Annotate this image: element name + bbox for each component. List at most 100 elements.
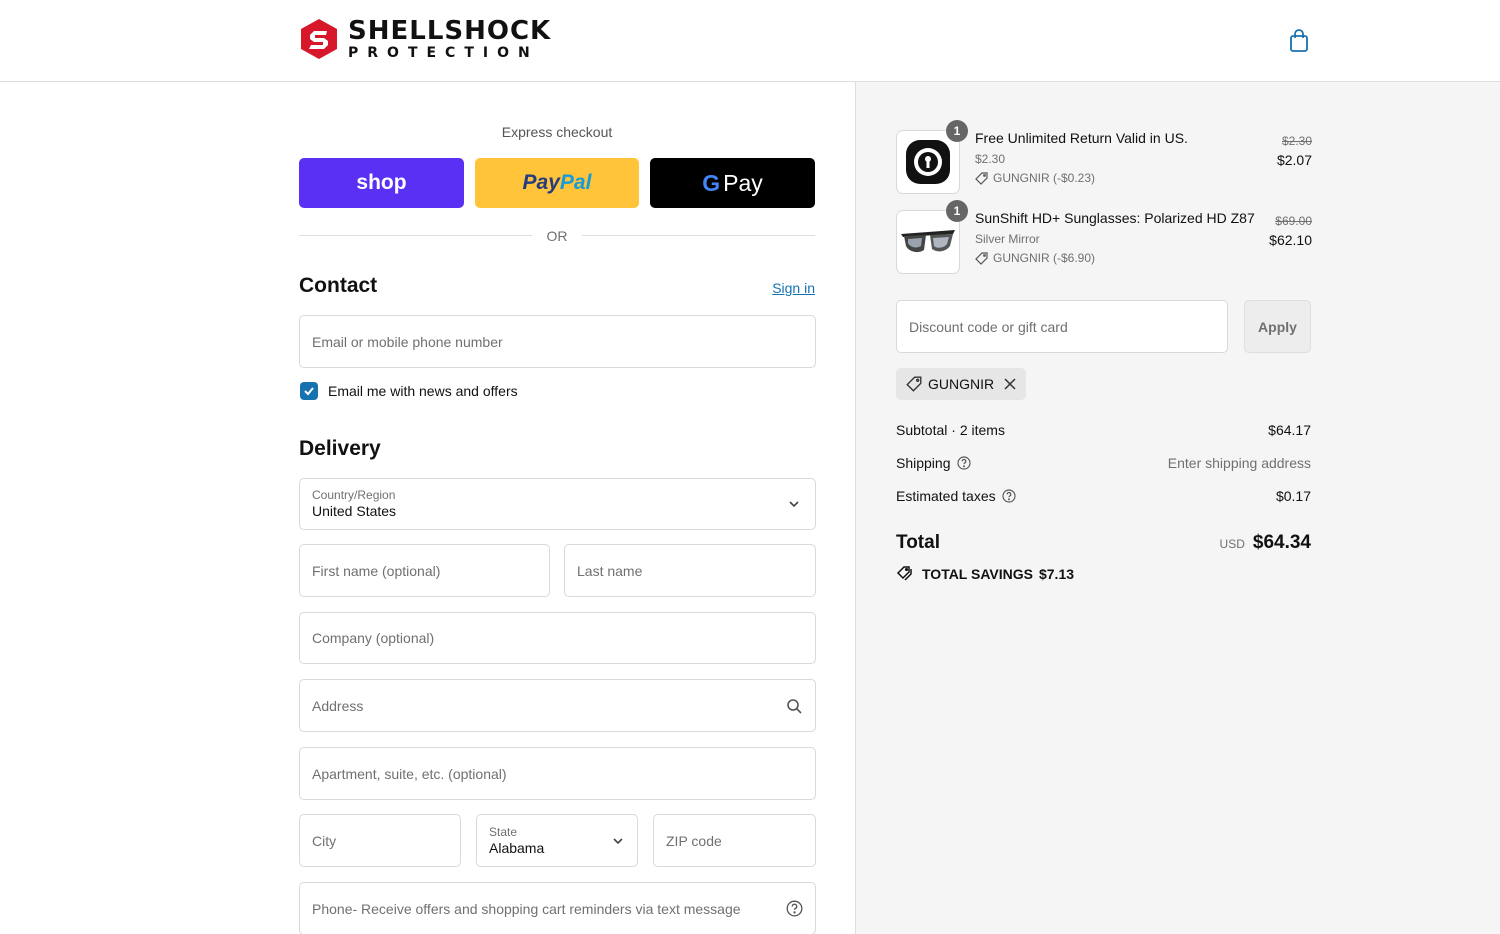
item-original-price: $69.00 <box>1275 214 1312 228</box>
item-discount: GUNGNIR (-$0.23) <box>975 171 1095 185</box>
help-icon[interactable] <box>785 900 803 918</box>
help-icon[interactable] <box>1002 489 1016 503</box>
cart-button[interactable] <box>1286 28 1312 54</box>
item-variant: $2.30 <box>975 152 1006 166</box>
email-placeholder: Email or mobile phone number <box>312 333 503 350</box>
first-name-placeholder: First name (optional) <box>312 562 441 579</box>
brand-name: SHELLSHOCK <box>348 16 552 46</box>
company-field[interactable]: Company (optional) <box>299 612 816 664</box>
item-name: SunShift HD+ Sunglasses: Polarized HD Z8… <box>975 210 1255 226</box>
brand-logo[interactable]: SHELLSHOCK PROTECTION <box>298 18 551 60</box>
phone-field[interactable]: Phone- Receive offers and shopping cart … <box>299 882 816 934</box>
tag-icon <box>906 376 922 392</box>
company-placeholder: Company (optional) <box>312 630 435 646</box>
country-label: Country/Region <box>312 488 396 502</box>
quantity-badge: 1 <box>946 200 968 222</box>
or-divider: OR <box>299 226 815 246</box>
subtotal-value: $64.17 <box>1268 422 1311 438</box>
address-placeholder: Address <box>312 697 364 714</box>
state-select[interactable]: State Alabama <box>476 814 638 867</box>
address-field[interactable]: Address <box>299 679 816 732</box>
country-value: United States <box>312 503 397 519</box>
state-label: State <box>489 824 518 839</box>
total-currency: USD <box>1219 537 1245 551</box>
taxes-row: Estimated taxes $0.17 <box>896 488 1311 504</box>
remove-discount-button[interactable] <box>1004 378 1016 390</box>
return-shield-icon <box>906 140 950 184</box>
item-discount: GUNGNIR (-$6.90) <box>975 251 1095 265</box>
close-icon <box>1004 378 1016 390</box>
search-icon[interactable] <box>785 697 803 715</box>
shop-pay-button[interactable]: shop <box>299 158 464 208</box>
zip-placeholder: ZIP code <box>666 832 722 849</box>
newsletter-checkbox[interactable] <box>300 382 318 400</box>
paypal-label-pay: Pay <box>522 171 560 194</box>
first-name-field[interactable]: First name (optional) <box>299 544 550 597</box>
google-pay-button[interactable]: G Pay <box>650 158 815 208</box>
or-label: OR <box>546 228 568 244</box>
zip-field[interactable]: ZIP code <box>653 814 816 867</box>
taxes-value: $0.17 <box>1275 488 1311 504</box>
subtotal-label: Subtotal · 2 items <box>896 422 1005 438</box>
sign-in-link[interactable]: Sign in <box>740 280 815 296</box>
google-pay-label: Pay <box>723 169 763 196</box>
applied-discount-chip: GUNGNIR <box>896 368 1027 400</box>
total-label: Total <box>896 532 940 553</box>
apartment-field[interactable]: Apartment, suite, etc. (optional) <box>299 747 816 800</box>
apply-label: Apply <box>1258 318 1297 335</box>
item-discount-label: GUNGNIR (-$0.23) <box>993 171 1096 185</box>
help-icon[interactable] <box>956 456 971 470</box>
total-row: Total USD $64.34 <box>896 532 1311 554</box>
shipping-label-group: Shipping <box>896 455 971 471</box>
shipping-value: Enter shipping address <box>1167 455 1311 471</box>
tags-icon <box>896 566 912 581</box>
checkmark-icon <box>304 387 314 396</box>
apartment-placeholder: Apartment, suite, etc. (optional) <box>312 765 507 782</box>
city-placeholder: City <box>312 832 337 849</box>
state-value: Alabama <box>489 839 545 856</box>
city-field[interactable]: City <box>299 814 461 867</box>
express-checkout-label: Express checkout <box>501 124 613 140</box>
contact-title: Contact <box>299 274 378 297</box>
apply-discount-button[interactable]: Apply <box>1244 300 1311 353</box>
shipping-row: Shipping Enter shipping address <box>896 455 1311 471</box>
item-price: $2.07 <box>1276 152 1312 168</box>
total-value: $64.34 <box>1252 532 1311 553</box>
sunglasses-icon <box>901 230 955 253</box>
shop-pay-label: shop <box>356 171 407 194</box>
shipping-label: Shipping <box>896 455 951 471</box>
subtotal-row: Subtotal · 2 items $64.17 <box>896 422 1311 438</box>
item-name: Free Unlimited Return Valid in US. <box>975 130 1188 146</box>
item-variant: Silver Mirror <box>975 232 1040 246</box>
paypal-button[interactable]: Pay Pal <box>475 158 639 208</box>
shellshock-logo-icon <box>301 19 337 59</box>
tag-icon <box>975 171 988 185</box>
shopping-bag-icon <box>1290 29 1308 52</box>
phone-placeholder: Phone- Receive offers and shopping cart … <box>312 900 741 917</box>
brand-subtitle: PROTECTION <box>348 45 539 61</box>
google-g-icon: G <box>702 169 721 196</box>
last-name-placeholder: Last name <box>577 562 643 579</box>
total-savings-value: $7.13 <box>1038 566 1075 582</box>
item-price: $62.10 <box>1269 232 1312 248</box>
country-select[interactable]: Country/Region United States <box>299 478 816 530</box>
quantity-badge: 1 <box>946 120 968 142</box>
newsletter-label: Email me with news and offers <box>328 383 518 399</box>
last-name-field[interactable]: Last name <box>564 544 816 597</box>
newsletter-checkbox-row[interactable]: Email me with news and offers <box>300 382 518 400</box>
item-discount-label: GUNGNIR (-$6.90) <box>993 251 1096 265</box>
total-savings: TOTAL SAVINGS $7.13 <box>896 566 1074 582</box>
taxes-label-group: Estimated taxes <box>896 488 1016 504</box>
applied-discount-code: GUNGNIR <box>928 376 995 392</box>
chevron-down-icon <box>789 501 799 508</box>
total-savings-label: TOTAL SAVINGS <box>922 566 1033 582</box>
email-field[interactable]: Email or mobile phone number <box>299 315 816 368</box>
header: SHELLSHOCK PROTECTION <box>0 0 1500 82</box>
item-original-price: $2.30 <box>1281 134 1312 148</box>
paypal-label-pal: Pal <box>559 171 592 194</box>
discount-code-input[interactable]: Discount code or gift card <box>896 300 1228 353</box>
discount-code-placeholder: Discount code or gift card <box>909 318 1068 335</box>
chevron-down-icon <box>613 838 623 845</box>
line-item: 1 Free Unlimited Return Valid in US. $2.… <box>896 120 1312 194</box>
line-item: 1 SunShift HD+ Sunglasses: Polarized HD … <box>896 200 1312 274</box>
